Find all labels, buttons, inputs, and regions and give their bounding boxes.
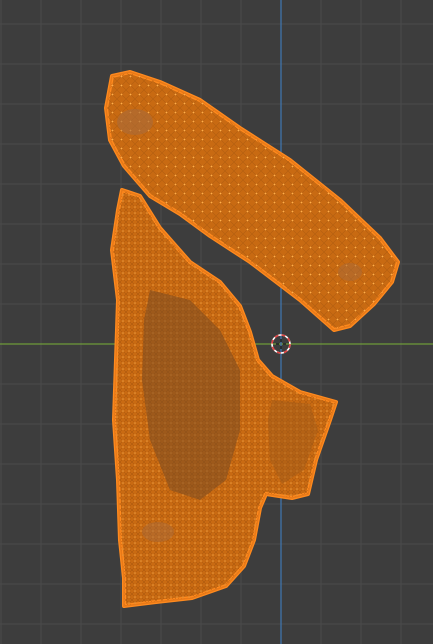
mesh-dense-patch (338, 263, 362, 281)
mesh-dense-patch (117, 109, 153, 135)
3d-viewport[interactable] (0, 0, 433, 644)
viewport-canvas[interactable] (0, 0, 433, 644)
mesh-dense-patch (142, 522, 174, 542)
